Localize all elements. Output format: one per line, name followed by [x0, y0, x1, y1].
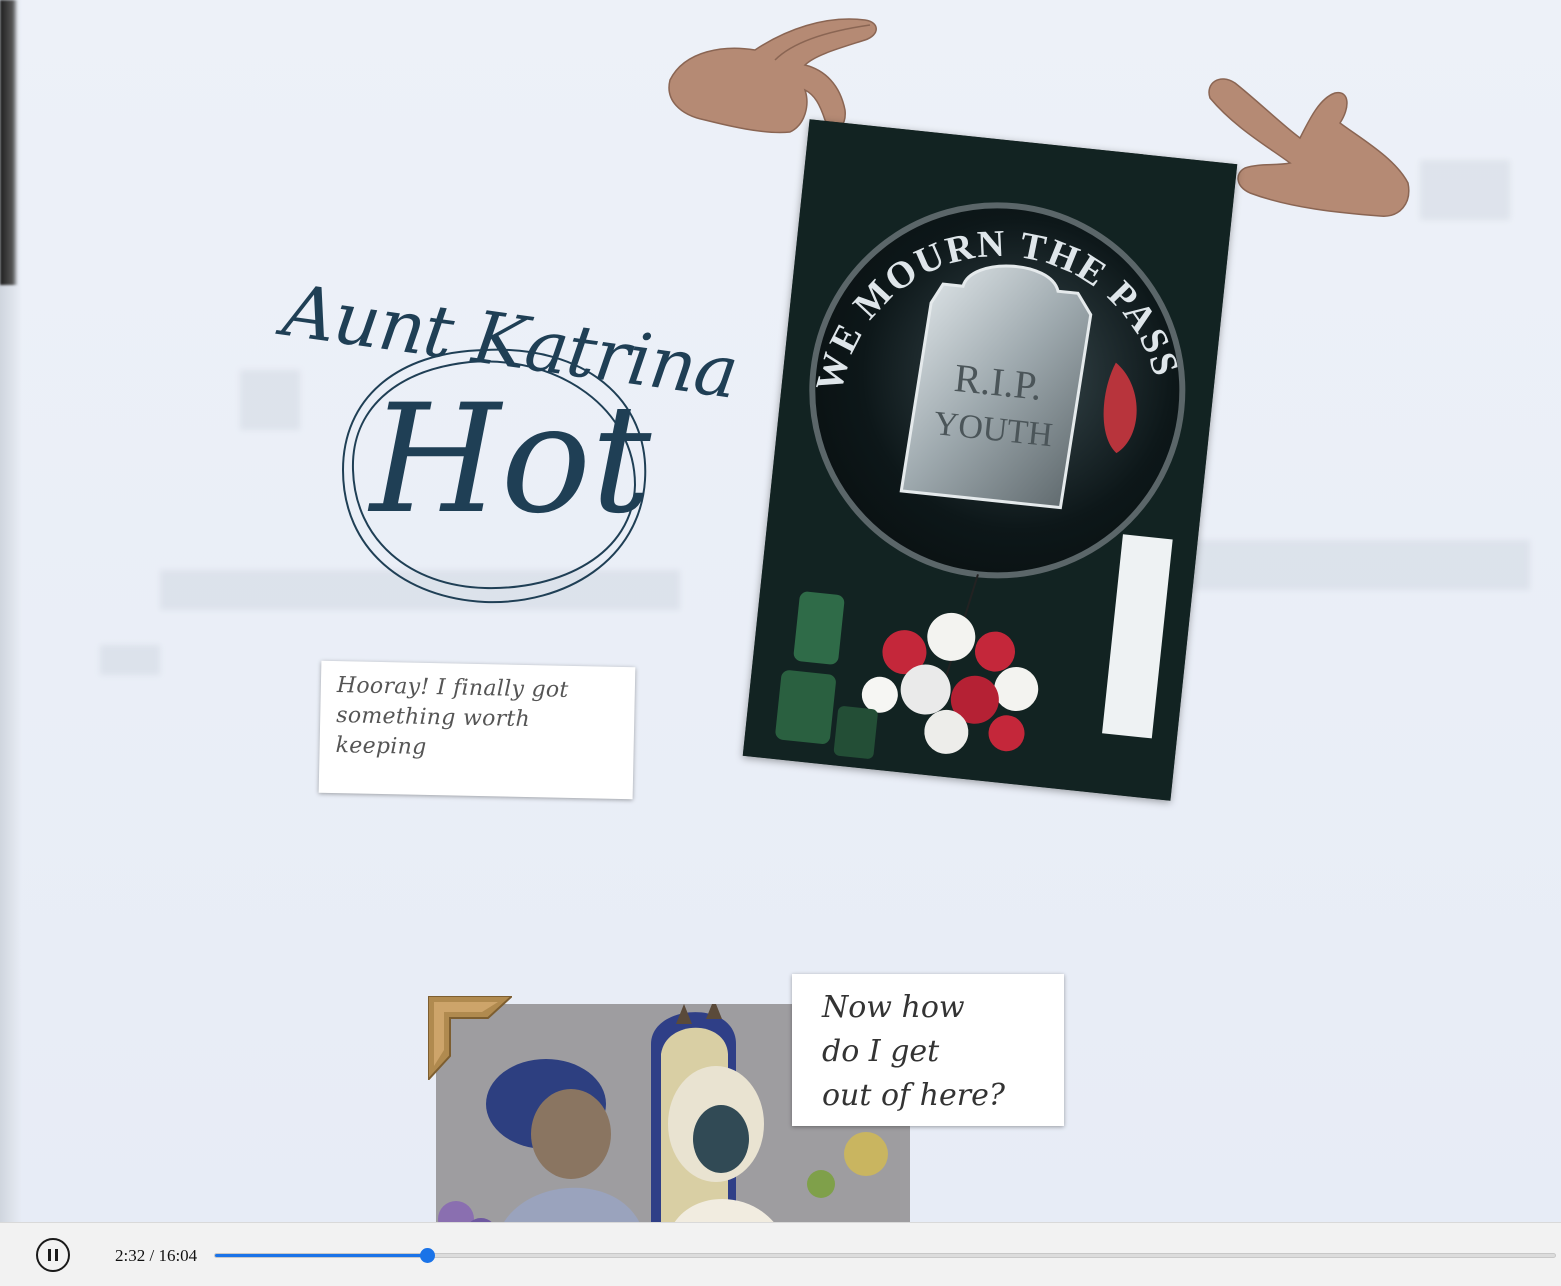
rip-youth-balloon-photo: WE MOURN THE PASSING OF YOUTH R.I.P. YOU…: [742, 119, 1238, 801]
seek-bar-thumb[interactable]: [419, 1248, 435, 1263]
seek-bar-progress: [215, 1254, 427, 1257]
hooray-note: Hooray! I finally got something worth ke…: [318, 660, 636, 800]
left-hand-image: [668, 18, 877, 134]
frame-left-shadow: [0, 0, 18, 285]
background-ghost: [240, 370, 300, 430]
time-display: 2:32 / 16:04: [115, 1246, 198, 1265]
background-ghost: [1150, 540, 1530, 590]
seek-bar[interactable]: [214, 1248, 1556, 1263]
escape-note-line-3: out of here?: [822, 1078, 1005, 1113]
hot-handwriting: Hot: [370, 373, 652, 547]
escape-note-line-2: do I get: [822, 1034, 940, 1069]
background-ghost: [1420, 160, 1510, 220]
hooray-note-text: Hooray! I finally got something worth ke…: [335, 673, 569, 760]
escape-note: Now how do I get out of here?: [792, 974, 1064, 1126]
pause-button[interactable]: [36, 1238, 70, 1272]
tombstone-rip: R.I.P.: [952, 355, 1044, 409]
background-ghost: [100, 645, 160, 675]
pause-icon: [48, 1249, 51, 1261]
video-controls: 2:32 / 16:04: [0, 1222, 1561, 1286]
video-frame[interactable]: Aunt Katrina Hot Hooray! I finally got s…: [0, 0, 1561, 1222]
escape-note-line-1: Now how: [822, 990, 965, 1025]
pause-icon-bar: [55, 1249, 58, 1261]
photo-corner-mount: [428, 996, 512, 1080]
